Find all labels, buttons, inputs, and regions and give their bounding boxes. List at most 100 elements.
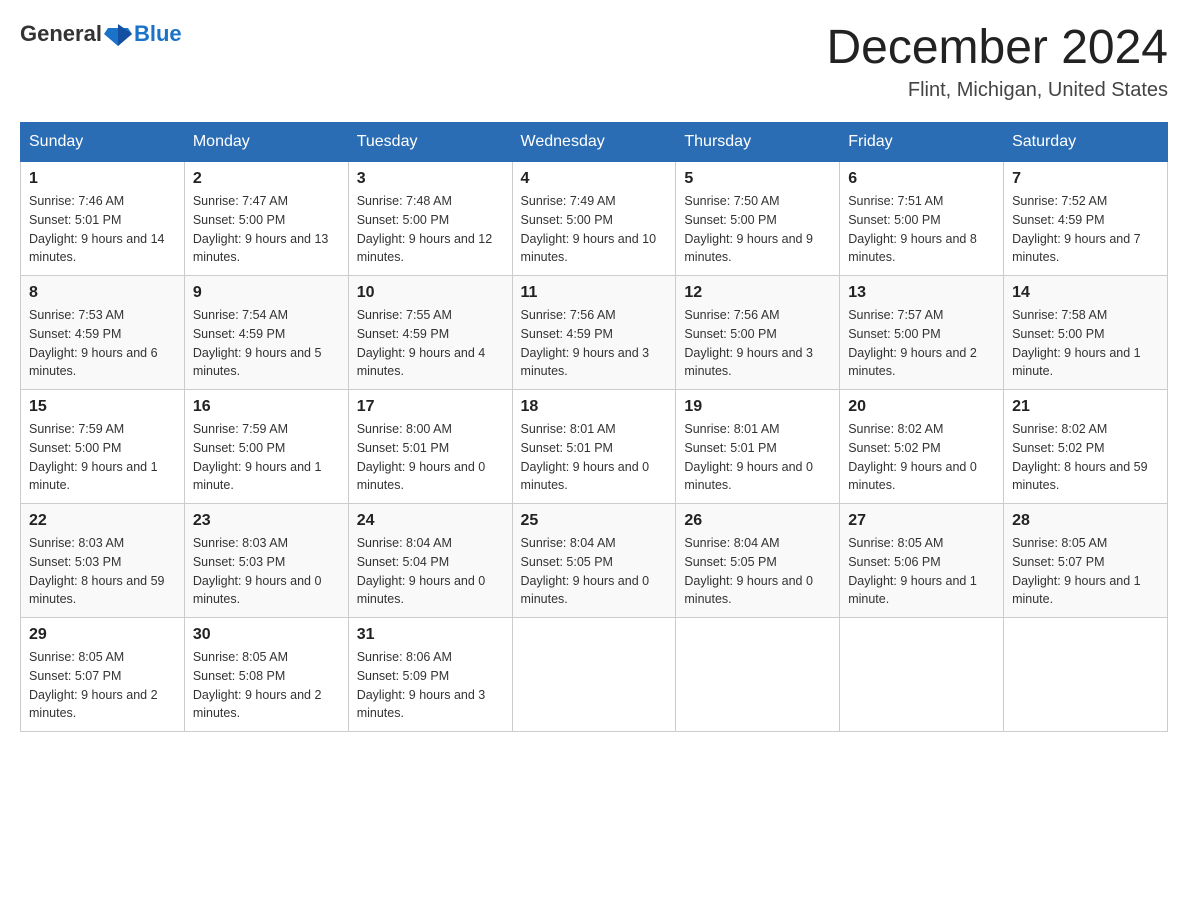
table-row: 8 Sunrise: 7:53 AM Sunset: 4:59 PM Dayli… (21, 276, 185, 390)
logo-text-blue: Blue (134, 21, 182, 47)
calendar-table: Sunday Monday Tuesday Wednesday Thursday… (20, 122, 1168, 732)
day-number: 20 (848, 398, 995, 416)
col-header-thursday: Thursday (676, 123, 840, 162)
table-row: 17 Sunrise: 8:00 AM Sunset: 5:01 PM Dayl… (348, 390, 512, 504)
table-row: 12 Sunrise: 7:56 AM Sunset: 5:00 PM Dayl… (676, 276, 840, 390)
day-number: 22 (29, 512, 176, 530)
day-info: Sunrise: 7:49 AM Sunset: 5:00 PM Dayligh… (521, 192, 668, 267)
day-number: 6 (848, 170, 995, 188)
day-number: 28 (1012, 512, 1159, 530)
table-row: 16 Sunrise: 7:59 AM Sunset: 5:00 PM Dayl… (184, 390, 348, 504)
table-row: 23 Sunrise: 8:03 AM Sunset: 5:03 PM Dayl… (184, 504, 348, 618)
table-row: 6 Sunrise: 7:51 AM Sunset: 5:00 PM Dayli… (840, 162, 1004, 276)
day-number: 8 (29, 284, 176, 302)
calendar-week-4: 22 Sunrise: 8:03 AM Sunset: 5:03 PM Dayl… (21, 504, 1168, 618)
day-info: Sunrise: 7:52 AM Sunset: 4:59 PM Dayligh… (1012, 192, 1159, 267)
table-row: 21 Sunrise: 8:02 AM Sunset: 5:02 PM Dayl… (1004, 390, 1168, 504)
day-info: Sunrise: 7:56 AM Sunset: 5:00 PM Dayligh… (684, 306, 831, 381)
day-info: Sunrise: 8:04 AM Sunset: 5:05 PM Dayligh… (684, 534, 831, 609)
table-row: 30 Sunrise: 8:05 AM Sunset: 5:08 PM Dayl… (184, 618, 348, 732)
table-row: 10 Sunrise: 7:55 AM Sunset: 4:59 PM Dayl… (348, 276, 512, 390)
day-info: Sunrise: 7:48 AM Sunset: 5:00 PM Dayligh… (357, 192, 504, 267)
calendar-title: December 2024 (826, 20, 1168, 75)
day-info: Sunrise: 8:04 AM Sunset: 5:05 PM Dayligh… (521, 534, 668, 609)
day-number: 24 (357, 512, 504, 530)
table-row (512, 618, 676, 732)
day-number: 19 (684, 398, 831, 416)
day-number: 18 (521, 398, 668, 416)
table-row: 27 Sunrise: 8:05 AM Sunset: 5:06 PM Dayl… (840, 504, 1004, 618)
day-number: 4 (521, 170, 668, 188)
day-number: 14 (1012, 284, 1159, 302)
logo-icon (104, 20, 132, 48)
table-row (676, 618, 840, 732)
table-row: 14 Sunrise: 7:58 AM Sunset: 5:00 PM Dayl… (1004, 276, 1168, 390)
day-number: 3 (357, 170, 504, 188)
day-number: 30 (193, 626, 340, 644)
day-number: 16 (193, 398, 340, 416)
day-info: Sunrise: 7:56 AM Sunset: 4:59 PM Dayligh… (521, 306, 668, 381)
table-row: 22 Sunrise: 8:03 AM Sunset: 5:03 PM Dayl… (21, 504, 185, 618)
table-row: 28 Sunrise: 8:05 AM Sunset: 5:07 PM Dayl… (1004, 504, 1168, 618)
col-header-tuesday: Tuesday (348, 123, 512, 162)
calendar-week-3: 15 Sunrise: 7:59 AM Sunset: 5:00 PM Dayl… (21, 390, 1168, 504)
day-number: 7 (1012, 170, 1159, 188)
calendar-subtitle: Flint, Michigan, United States (826, 79, 1168, 102)
day-info: Sunrise: 7:59 AM Sunset: 5:00 PM Dayligh… (29, 420, 176, 495)
title-block: December 2024 Flint, Michigan, United St… (826, 20, 1168, 102)
day-number: 5 (684, 170, 831, 188)
day-info: Sunrise: 8:00 AM Sunset: 5:01 PM Dayligh… (357, 420, 504, 495)
day-info: Sunrise: 8:05 AM Sunset: 5:07 PM Dayligh… (1012, 534, 1159, 609)
table-row: 11 Sunrise: 7:56 AM Sunset: 4:59 PM Dayl… (512, 276, 676, 390)
table-row: 13 Sunrise: 7:57 AM Sunset: 5:00 PM Dayl… (840, 276, 1004, 390)
day-info: Sunrise: 7:51 AM Sunset: 5:00 PM Dayligh… (848, 192, 995, 267)
col-header-friday: Friday (840, 123, 1004, 162)
day-number: 1 (29, 170, 176, 188)
day-number: 29 (29, 626, 176, 644)
day-number: 13 (848, 284, 995, 302)
table-row: 18 Sunrise: 8:01 AM Sunset: 5:01 PM Dayl… (512, 390, 676, 504)
day-info: Sunrise: 7:54 AM Sunset: 4:59 PM Dayligh… (193, 306, 340, 381)
table-row: 26 Sunrise: 8:04 AM Sunset: 5:05 PM Dayl… (676, 504, 840, 618)
table-row: 5 Sunrise: 7:50 AM Sunset: 5:00 PM Dayli… (676, 162, 840, 276)
day-info: Sunrise: 7:58 AM Sunset: 5:00 PM Dayligh… (1012, 306, 1159, 381)
day-info: Sunrise: 8:01 AM Sunset: 5:01 PM Dayligh… (684, 420, 831, 495)
table-row: 29 Sunrise: 8:05 AM Sunset: 5:07 PM Dayl… (21, 618, 185, 732)
logo-text-general: General (20, 21, 102, 47)
day-info: Sunrise: 7:59 AM Sunset: 5:00 PM Dayligh… (193, 420, 340, 495)
table-row: 20 Sunrise: 8:02 AM Sunset: 5:02 PM Dayl… (840, 390, 1004, 504)
day-info: Sunrise: 8:02 AM Sunset: 5:02 PM Dayligh… (848, 420, 995, 495)
day-info: Sunrise: 8:05 AM Sunset: 5:06 PM Dayligh… (848, 534, 995, 609)
day-info: Sunrise: 8:03 AM Sunset: 5:03 PM Dayligh… (29, 534, 176, 609)
table-row: 2 Sunrise: 7:47 AM Sunset: 5:00 PM Dayli… (184, 162, 348, 276)
day-info: Sunrise: 7:46 AM Sunset: 5:01 PM Dayligh… (29, 192, 176, 267)
calendar-week-2: 8 Sunrise: 7:53 AM Sunset: 4:59 PM Dayli… (21, 276, 1168, 390)
day-info: Sunrise: 7:50 AM Sunset: 5:00 PM Dayligh… (684, 192, 831, 267)
day-info: Sunrise: 7:53 AM Sunset: 4:59 PM Dayligh… (29, 306, 176, 381)
day-number: 9 (193, 284, 340, 302)
day-number: 31 (357, 626, 504, 644)
day-number: 17 (357, 398, 504, 416)
day-info: Sunrise: 8:05 AM Sunset: 5:08 PM Dayligh… (193, 648, 340, 723)
day-number: 25 (521, 512, 668, 530)
table-row: 1 Sunrise: 7:46 AM Sunset: 5:01 PM Dayli… (21, 162, 185, 276)
day-info: Sunrise: 8:06 AM Sunset: 5:09 PM Dayligh… (357, 648, 504, 723)
day-info: Sunrise: 7:57 AM Sunset: 5:00 PM Dayligh… (848, 306, 995, 381)
table-row: 19 Sunrise: 8:01 AM Sunset: 5:01 PM Dayl… (676, 390, 840, 504)
table-row: 4 Sunrise: 7:49 AM Sunset: 5:00 PM Dayli… (512, 162, 676, 276)
day-number: 26 (684, 512, 831, 530)
table-row: 24 Sunrise: 8:04 AM Sunset: 5:04 PM Dayl… (348, 504, 512, 618)
day-number: 21 (1012, 398, 1159, 416)
day-number: 2 (193, 170, 340, 188)
day-info: Sunrise: 8:02 AM Sunset: 5:02 PM Dayligh… (1012, 420, 1159, 495)
day-info: Sunrise: 8:01 AM Sunset: 5:01 PM Dayligh… (521, 420, 668, 495)
calendar-week-1: 1 Sunrise: 7:46 AM Sunset: 5:01 PM Dayli… (21, 162, 1168, 276)
table-row: 25 Sunrise: 8:04 AM Sunset: 5:05 PM Dayl… (512, 504, 676, 618)
day-number: 11 (521, 284, 668, 302)
day-number: 15 (29, 398, 176, 416)
table-row: 3 Sunrise: 7:48 AM Sunset: 5:00 PM Dayli… (348, 162, 512, 276)
table-row: 15 Sunrise: 7:59 AM Sunset: 5:00 PM Dayl… (21, 390, 185, 504)
logo: General Blue (20, 20, 182, 48)
table-row: 7 Sunrise: 7:52 AM Sunset: 4:59 PM Dayli… (1004, 162, 1168, 276)
table-row: 9 Sunrise: 7:54 AM Sunset: 4:59 PM Dayli… (184, 276, 348, 390)
